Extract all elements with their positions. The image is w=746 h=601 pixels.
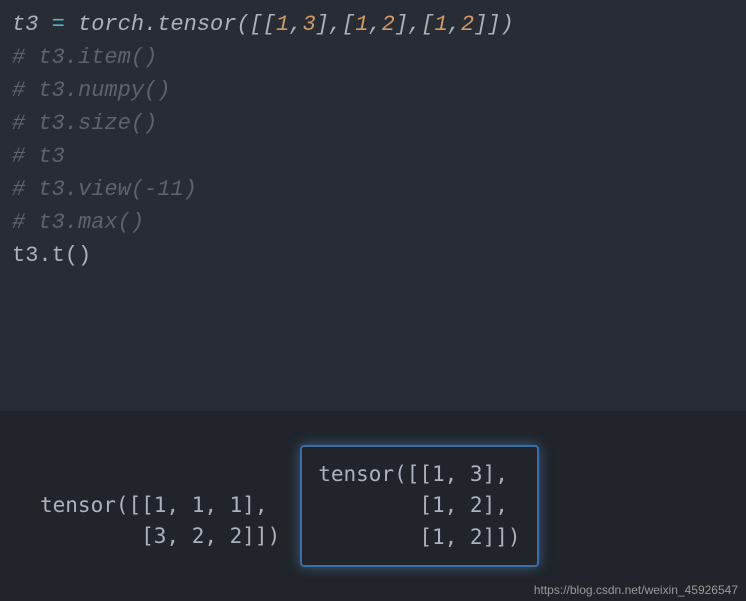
code-line-8: t3.t() [12,239,734,272]
code-token: ],[ [395,12,435,37]
code-token: , [448,12,461,37]
output-left-tensor: tensor([[1, 1, 1], [3, 2, 2]]) [40,490,280,553]
code-comment: # t3.numpy() [12,78,170,103]
code-token: t3 [12,12,52,37]
code-token: ],[ [316,12,356,37]
output-right-tensor-highlighted: tensor([[1, 3], [1, 2], [1, 2]]) [300,445,538,568]
code-token: , [289,12,302,37]
code-token: t3.t() [12,243,91,268]
code-line-6: # t3.view(-11) [12,173,734,206]
code-comment: # t3 [12,144,65,169]
code-line-1: t3 = torch.tensor([[1,3],[1,2],[1,2]]) [12,8,734,41]
code-token: 3 [302,12,315,37]
code-line-7: # t3.max() [12,206,734,239]
code-token: 1 [434,12,447,37]
code-token: = [52,12,65,37]
code-token: ]]) [474,12,514,37]
code-editor[interactable]: t3 = torch.tensor([[1,3],[1,2],[1,2]]) #… [0,0,746,280]
code-comment: # t3.max() [12,210,144,235]
code-token: 2 [461,12,474,37]
output-panel: tensor([[1, 1, 1], [3, 2, 2]]) tensor([[… [0,411,746,601]
code-token: 1 [276,12,289,37]
code-comment: # t3.size() [12,111,157,136]
code-token: 2 [382,12,395,37]
watermark-text: https://blog.csdn.net/weixin_45926547 [534,583,738,597]
code-comment: # t3.view(-11) [12,177,197,202]
code-line-4: # t3.size() [12,107,734,140]
code-line-2: # t3.item() [12,41,734,74]
code-token: , [368,12,381,37]
code-line-5: # t3 [12,140,734,173]
code-token: torch.tensor([[ [65,12,276,37]
code-token: 1 [355,12,368,37]
code-line-3: # t3.numpy() [12,74,734,107]
code-comment: # t3.item() [12,45,157,70]
